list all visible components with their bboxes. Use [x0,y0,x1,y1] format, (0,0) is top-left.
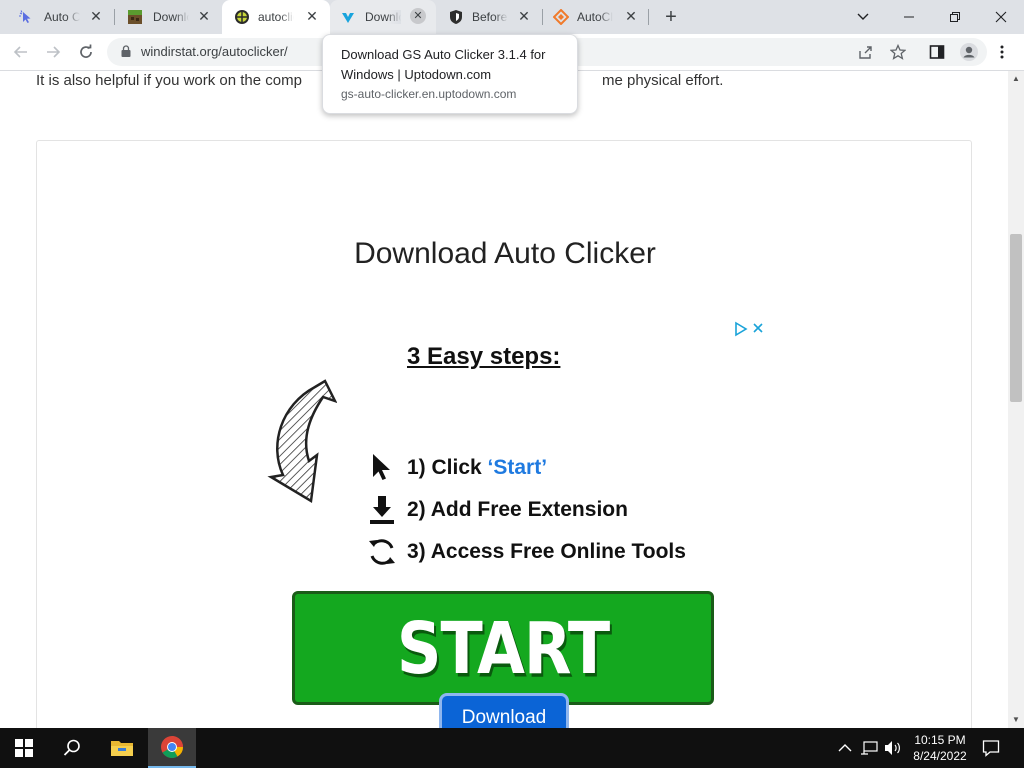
shield-icon [450,10,462,24]
tab-separator [648,9,649,25]
advertisement[interactable]: 3 Easy steps: 1) Click ‘Start’ 2) Add Fr… [267,319,767,728]
back-button[interactable] [8,39,34,65]
tab-download-minecraft[interactable]: Download ✕ [115,0,222,34]
chrome-taskbar-button[interactable] [148,728,196,768]
close-icon [995,11,1007,23]
chevron-down-icon [857,13,869,20]
adchoices-icon[interactable] [733,321,767,337]
tab-title: Before you continue [472,10,508,24]
tab-title: autoclicker [258,10,294,24]
windows-taskbar: 10:15 PM 8/24/2022 [0,728,1024,768]
search-button[interactable] [48,728,96,768]
restore-icon [950,12,960,22]
search-icon [63,739,80,756]
bookmark-button[interactable] [885,39,911,65]
close-tab-icon[interactable]: ✕ [88,8,104,24]
tab-auto-clicker[interactable]: Auto Clicker ✕ [0,0,114,34]
tab-title: Download [365,10,401,24]
side-panel-icon [929,45,945,59]
step3-text: 3) Access Free Online Tools [407,540,686,563]
step1-highlight: ‘Start’ [487,456,548,479]
windirstat-icon [235,10,249,24]
menu-button[interactable] [989,39,1015,65]
intro-text-start: It is also helpful if you work on the co… [36,72,302,89]
intro-text-end: me physical effort. [601,72,724,89]
tooltip-url: gs-auto-clicker.en.uptodown.com [341,87,517,101]
network-icon[interactable] [860,740,878,756]
page-title: Download Auto Clicker [354,237,656,270]
url-text: windirstat.org/autoclicker/ [141,44,288,59]
start-label: START [396,606,610,690]
minimize-icon [904,16,914,18]
side-panel-button[interactable] [924,39,950,65]
download-card: Download Auto Clicker 3 Easy steps: 1) C… [36,140,972,728]
forward-arrow-icon [47,46,61,58]
close-tab-icon[interactable]: ✕ [196,8,212,24]
close-window-button[interactable] [978,0,1024,34]
new-tab-button[interactable]: + [660,6,682,28]
minimize-button[interactable] [886,0,932,34]
cursor-click-icon [19,10,31,23]
share-button[interactable] [852,39,878,65]
uptodown-icon [342,13,354,23]
scroll-down-icon[interactable]: ▼ [1008,712,1024,728]
chevron-up-icon[interactable] [838,743,852,753]
scroll-up-icon[interactable]: ▲ [1008,71,1024,87]
tab-hover-tooltip: Download GS Auto Clicker 3.1.4 for Windo… [322,34,578,114]
forward-button[interactable] [40,39,66,65]
ad-start-button[interactable]: START [292,591,714,705]
cursor-icon [373,454,390,480]
tooltip-title: Download GS Auto Clicker 3.1.4 for Windo… [341,47,546,82]
close-tab-icon[interactable]: ✕ [410,8,426,24]
scrollbar-thumb[interactable] [1010,234,1022,402]
notification-icon [982,740,1000,757]
folder-icon [111,741,133,756]
close-tab-icon[interactable]: ✕ [304,8,320,24]
minecraft-icon [128,10,142,24]
step2-text: 2) Add Free Extension [407,498,628,521]
sourceforge-icon [553,9,569,25]
file-explorer-button[interactable] [98,728,146,768]
tab-download-uptodown[interactable]: Download ✕ [330,0,436,34]
share-icon [859,46,872,59]
tab-autoclicker-active[interactable]: autoclicker ✕ [222,0,330,34]
kebab-menu-icon [1000,45,1004,59]
curved-arrow-icon [267,379,337,504]
tab-strip: Auto Clicker ✕ Download ✕ autoclicker ✕ … [0,0,1024,34]
start-button[interactable] [0,728,48,768]
tab-before-you-continue[interactable]: Before you continue ✕ [438,0,542,34]
notification-button[interactable] [968,728,1014,768]
reload-icon [80,44,92,58]
avatar-icon [960,43,978,61]
tab-title: AutoClicker [577,10,613,24]
close-tab-icon[interactable]: ✕ [623,8,639,24]
chrome-icon [161,736,183,758]
tab-search-button[interactable] [840,0,886,34]
star-icon [889,43,907,60]
page-viewport: It is also helpful if you work on the co… [0,71,1008,728]
tab-autoclicker-sourceforge[interactable]: AutoClicker ✕ [543,0,649,34]
restore-button[interactable] [932,0,978,34]
page-scrollbar[interactable]: ▲ ▼ [1008,71,1024,728]
back-arrow-icon [13,46,27,58]
lock-icon [121,45,131,57]
profile-button[interactable] [956,39,982,65]
ad-step-2: 2) Add Free Extension [363,493,628,527]
reload-button[interactable] [73,39,99,65]
windows-logo-icon [15,739,33,757]
tab-title: Download [153,10,189,24]
refresh-icon [369,539,395,565]
ad-step-3: 3) Access Free Online Tools [363,535,686,569]
close-tab-icon[interactable]: ✕ [516,8,532,24]
system-tray [838,728,902,768]
step1-text: 1) Click [407,456,488,479]
ad-steps-title: 3 Easy steps: [407,343,561,370]
ad-step-1: 1) Click ‘Start’ [363,451,547,485]
download-button[interactable]: Download [439,693,569,728]
tab-title: Auto Clicker [44,10,80,24]
download-icon [370,496,394,524]
